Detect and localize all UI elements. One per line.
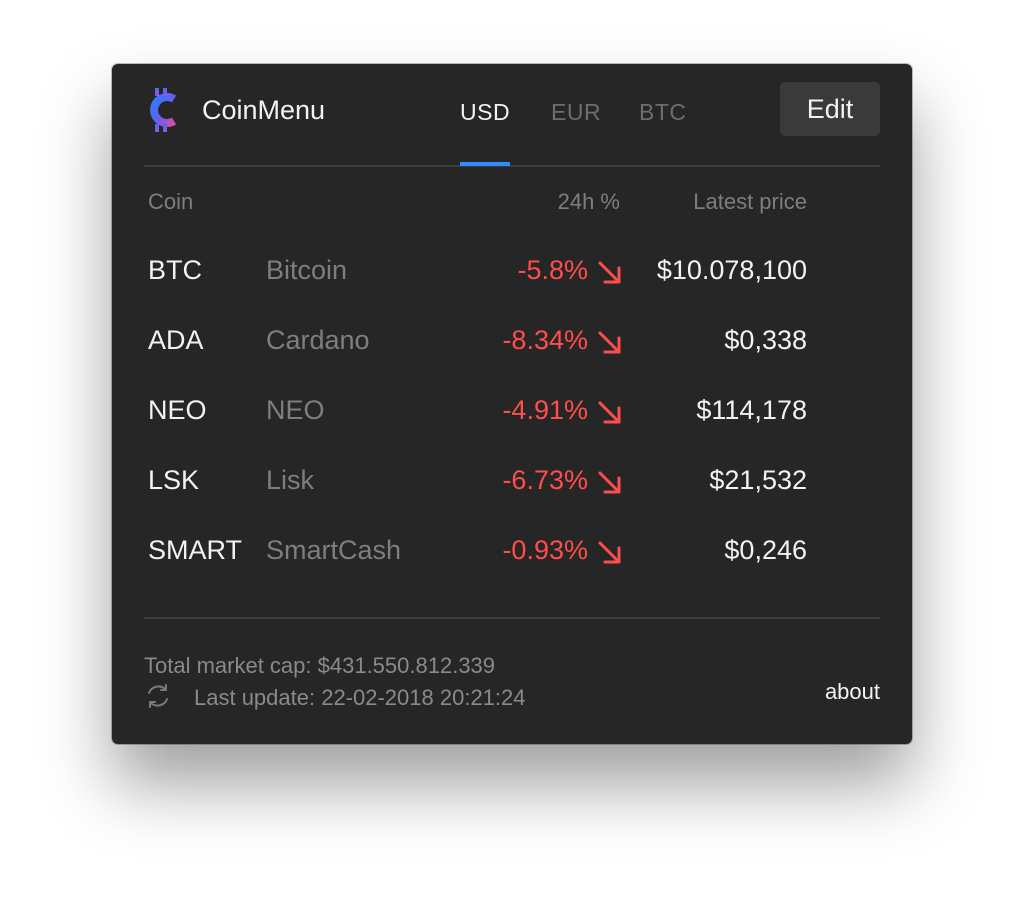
about-link[interactable]: about xyxy=(825,679,880,705)
coin-list: BTC Bitcoin -5.8% $10.078,100 ADA Cardan… xyxy=(112,234,912,584)
coin-price: $21,532 xyxy=(709,465,807,495)
arrow-down-right-icon xyxy=(598,331,621,354)
footer-divider xyxy=(144,617,880,619)
column-header-24h-change: 24h % xyxy=(557,189,620,214)
header: CoinMenu USD EUR BTC Edit xyxy=(144,64,880,167)
edit-button[interactable]: Edit xyxy=(780,82,880,136)
coinmenu-window: CoinMenu USD EUR BTC Edit Coin 24h % Lat… xyxy=(112,64,912,744)
coin-symbol: SMART xyxy=(148,535,243,565)
coin-name: SmartCash xyxy=(266,535,402,565)
coin-name: NEO xyxy=(266,395,325,425)
arrow-down-right-icon xyxy=(598,541,621,564)
coin-price: $10.078,100 xyxy=(656,255,807,285)
coin-price: $0,246 xyxy=(724,535,807,565)
coin-24h-change: -6.73% xyxy=(502,465,588,495)
arrow-down-right-icon xyxy=(598,261,621,284)
coin-name: Cardano xyxy=(266,325,370,355)
tab-btc[interactable]: BTC xyxy=(639,98,687,126)
coin-symbol: ADA xyxy=(148,325,204,355)
total-market-cap: Total market cap: $431.550.812.339 xyxy=(144,653,496,678)
coin-menu-logo-icon xyxy=(150,88,177,132)
coin-24h-change: -8.34% xyxy=(502,325,588,355)
refresh-icon[interactable] xyxy=(144,682,172,710)
coin-row-ada[interactable]: ADA Cardano -8.34% $0,338 xyxy=(112,304,912,374)
tab-eur[interactable]: EUR xyxy=(551,98,601,126)
app-title: CoinMenu xyxy=(202,95,326,125)
active-tab-indicator xyxy=(460,162,510,166)
coin-24h-change: -5.8% xyxy=(517,255,588,285)
coin-24h-change: -4.91% xyxy=(502,395,588,425)
coin-row-neo[interactable]: NEO NEO -4.91% $114,178 xyxy=(112,374,912,444)
coin-symbol: BTC xyxy=(148,255,202,285)
coin-symbol: LSK xyxy=(148,465,200,495)
coin-name: Lisk xyxy=(266,465,315,495)
last-update: Last update: 22-02-2018 20:21:24 xyxy=(194,685,526,710)
coin-row-btc[interactable]: BTC Bitcoin -5.8% $10.078,100 xyxy=(112,234,912,304)
coin-price: $114,178 xyxy=(696,395,807,425)
arrow-down-right-icon xyxy=(598,471,621,494)
tab-usd[interactable]: USD xyxy=(460,98,510,126)
coin-price: $0,338 xyxy=(724,325,807,355)
arrow-down-right-icon xyxy=(598,401,621,424)
coin-24h-change: -0.93% xyxy=(502,535,588,565)
column-header-coin: Coin xyxy=(148,189,194,214)
coin-name: Bitcoin xyxy=(266,255,348,285)
coin-row-smart[interactable]: SMART SmartCash -0.93% $0,246 xyxy=(112,514,912,584)
coin-row-lsk[interactable]: LSK Lisk -6.73% $21,532 xyxy=(112,444,912,514)
column-header-latest-price: Latest price xyxy=(693,189,807,214)
coin-symbol: NEO xyxy=(148,395,207,425)
